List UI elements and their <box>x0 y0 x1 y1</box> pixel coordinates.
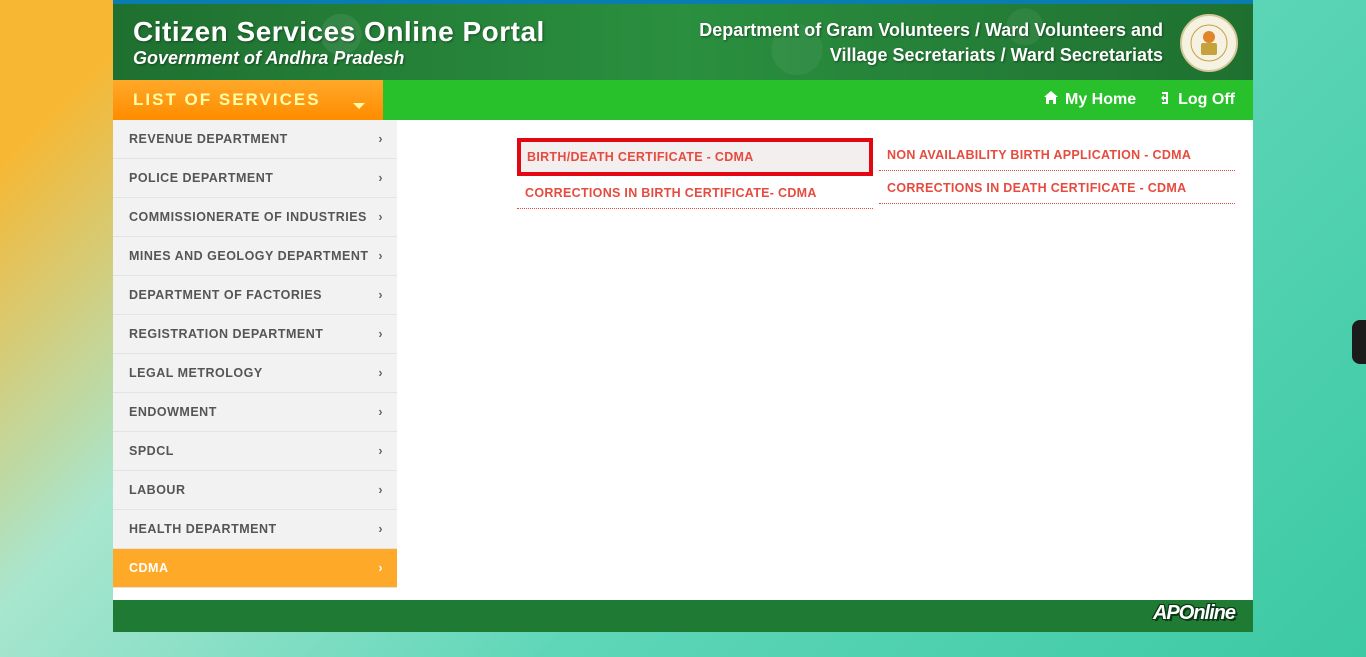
sidebar-item-registration[interactable]: REGISTRATION DEPARTMENT › <box>113 315 397 354</box>
sidebar-item-mines[interactable]: MINES AND GEOLOGY DEPARTMENT › <box>113 237 397 276</box>
dept-line2: Village Secretariats / Ward Secretariats <box>699 43 1163 68</box>
chevron-right-icon: › <box>378 171 383 185</box>
chevron-right-icon: › <box>378 210 383 224</box>
sidebar-item-label: POLICE DEPARTMENT <box>129 171 273 185</box>
sidebar-item-cdma[interactable]: CDMA › <box>113 549 397 588</box>
aponline-logo: APOnline <box>1153 602 1235 625</box>
portal-subtitle: Government of Andhra Pradesh <box>133 48 545 69</box>
sidebar-item-label: REGISTRATION DEPARTMENT <box>129 327 323 341</box>
sidebar-item-label: SPDCL <box>129 444 174 458</box>
log-off-label: Log Off <box>1178 91 1235 109</box>
chevron-right-icon: › <box>378 249 383 263</box>
portal-title: Citizen Services Online Portal <box>133 16 545 48</box>
sidebar-item-label: REVENUE DEPARTMENT <box>129 132 288 146</box>
service-corrections-death[interactable]: CORRECTIONS IN DEATH CERTIFICATE - CDMA <box>879 171 1235 204</box>
my-home-label: My Home <box>1065 91 1136 109</box>
list-of-services-label: LIST OF SERVICES <box>133 90 321 110</box>
chevron-right-icon: › <box>378 561 383 575</box>
sidebar-item-endowment[interactable]: ENDOWMENT › <box>113 393 397 432</box>
home-icon <box>1043 90 1059 111</box>
dept-line1: Department of Gram Volunteers / Ward Vol… <box>699 18 1163 43</box>
log-off-link[interactable]: Log Off <box>1156 90 1235 111</box>
sidebar-item-legal-metrology[interactable]: LEGAL METROLOGY › <box>113 354 397 393</box>
my-home-link[interactable]: My Home <box>1043 90 1136 111</box>
sidebar-item-factories[interactable]: DEPARTMENT OF FACTORIES › <box>113 276 397 315</box>
sidebar-item-label: ENDOWMENT <box>129 405 217 419</box>
sidebar-item-spdcl[interactable]: SPDCL › <box>113 432 397 471</box>
chevron-right-icon: › <box>378 327 383 341</box>
sidebar-item-police[interactable]: POLICE DEPARTMENT › <box>113 159 397 198</box>
chevron-right-icon: › <box>378 405 383 419</box>
chevron-right-icon: › <box>378 132 383 146</box>
sidebar-item-label: LEGAL METROLOGY <box>129 366 263 380</box>
main-area: REVENUE DEPARTMENT › POLICE DEPARTMENT ›… <box>113 120 1253 600</box>
sidebar: REVENUE DEPARTMENT › POLICE DEPARTMENT ›… <box>113 120 397 600</box>
chevron-right-icon: › <box>378 288 383 302</box>
page-header: Citizen Services Online Portal Governmen… <box>113 0 1253 80</box>
page-footer: APOnline <box>113 600 1253 632</box>
service-corrections-birth[interactable]: CORRECTIONS IN BIRTH CERTIFICATE- CDMA <box>517 176 873 209</box>
sidebar-item-label: COMMISSIONERATE OF INDUSTRIES <box>129 210 367 224</box>
side-tab-handle[interactable] <box>1352 320 1366 364</box>
sidebar-item-industries[interactable]: COMMISSIONERATE OF INDUSTRIES › <box>113 198 397 237</box>
caret-down-icon <box>353 94 365 114</box>
chevron-right-icon: › <box>378 483 383 497</box>
sidebar-item-health[interactable]: HEALTH DEPARTMENT › <box>113 510 397 549</box>
sidebar-item-labour[interactable]: LABOUR › <box>113 471 397 510</box>
sidebar-item-label: HEALTH DEPARTMENT <box>129 522 277 536</box>
service-birth-death-cert[interactable]: BIRTH/DEATH CERTIFICATE - CDMA <box>517 138 873 176</box>
sidebar-item-label: DEPARTMENT OF FACTORIES <box>129 288 322 302</box>
list-of-services-dropdown[interactable]: LIST OF SERVICES <box>113 80 383 120</box>
chevron-right-icon: › <box>378 444 383 458</box>
chevron-right-icon: › <box>378 366 383 380</box>
sidebar-item-label: MINES AND GEOLOGY DEPARTMENT <box>129 249 368 263</box>
sidebar-item-label: CDMA <box>129 561 169 575</box>
service-non-availability-birth[interactable]: NON AVAILABILITY BIRTH APPLICATION - CDM… <box>879 138 1235 171</box>
dept-title: Department of Gram Volunteers / Ward Vol… <box>699 18 1163 68</box>
logout-icon <box>1156 90 1172 111</box>
state-emblem-icon <box>1180 14 1238 72</box>
sidebar-item-revenue[interactable]: REVENUE DEPARTMENT › <box>113 120 397 159</box>
content-area: BIRTH/DEATH CERTIFICATE - CDMA CORRECTIO… <box>511 120 1253 600</box>
sidebar-item-label: LABOUR <box>129 483 185 497</box>
top-nav: LIST OF SERVICES My Home Log Off <box>113 80 1253 120</box>
content-gutter <box>397 120 511 600</box>
chevron-right-icon: › <box>378 522 383 536</box>
